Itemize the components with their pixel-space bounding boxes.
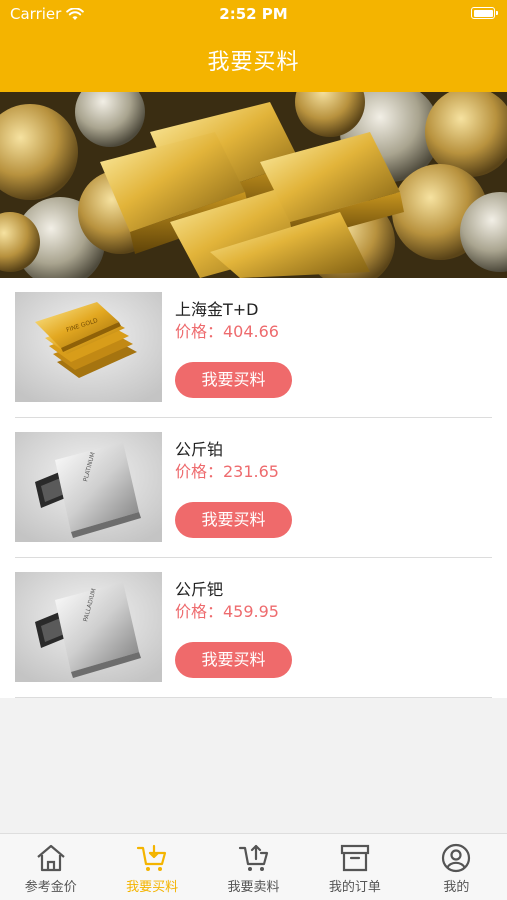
product-name: 上海金T+D — [175, 300, 259, 319]
tab-label: 我的订单 — [328, 880, 381, 895]
tab-buy[interactable]: 我要买料 — [101, 834, 202, 900]
box-icon — [340, 844, 370, 872]
tab-sell[interactable]: 我要卖料 — [203, 834, 304, 900]
tab-label: 我要卖料 — [227, 880, 280, 895]
product-row-palladium: PALLADIUM 公斤钯 价格：459.95 我要买料 — [15, 558, 492, 698]
user-icon — [442, 843, 471, 873]
buy-button-gold[interactable]: 我要买料 — [175, 362, 292, 398]
tab-reference-price[interactable]: 参考金价 — [0, 834, 101, 900]
product-row-platinum: PLATINUM 公斤铂 价格：231.65 我要买料 — [15, 418, 492, 558]
cart-upload-icon — [238, 844, 268, 871]
battery-icon — [471, 7, 498, 19]
product-row-gold: FINE GOLD 上海金T+D 价格：404.66 我要买料 — [15, 278, 492, 418]
gold-bar-image: FINE GOLD — [15, 292, 162, 402]
gold-banner-image — [0, 92, 507, 278]
status-bar: Carrier 2:52 PM — [0, 0, 507, 28]
product-price: 价格：231.65 — [175, 462, 279, 481]
buy-button-palladium[interactable]: 我要买料 — [175, 642, 292, 678]
tab-bar: 参考金价 我要买料 我要卖料 我的订单 我的 — [0, 833, 507, 900]
product-list: FINE GOLD 上海金T+D 价格：404.66 我要买料 PLATINUM… — [0, 278, 507, 698]
cart-icon — [137, 844, 167, 871]
product-name: 公斤铂 — [175, 440, 224, 459]
status-time: 2:52 PM — [219, 5, 288, 23]
palladium-bar-image: PALLADIUM — [15, 572, 162, 682]
tab-label: 参考金价 — [24, 880, 77, 895]
app-header: Carrier 2:52 PM 我要买料 — [0, 0, 507, 92]
tab-label: 我要买料 — [126, 880, 179, 895]
platinum-bar-image: PLATINUM — [15, 432, 162, 542]
home-icon — [36, 844, 65, 872]
tab-profile[interactable]: 我的 — [406, 834, 507, 900]
tab-orders[interactable]: 我的订单 — [304, 834, 405, 900]
page-title: 我要买料 — [207, 50, 300, 75]
product-name: 公斤钯 — [175, 580, 224, 599]
tab-label: 我的 — [443, 880, 470, 895]
buy-button-platinum[interactable]: 我要买料 — [175, 502, 292, 538]
product-price: 价格：404.66 — [175, 322, 279, 341]
product-price: 价格：459.95 — [175, 602, 279, 621]
